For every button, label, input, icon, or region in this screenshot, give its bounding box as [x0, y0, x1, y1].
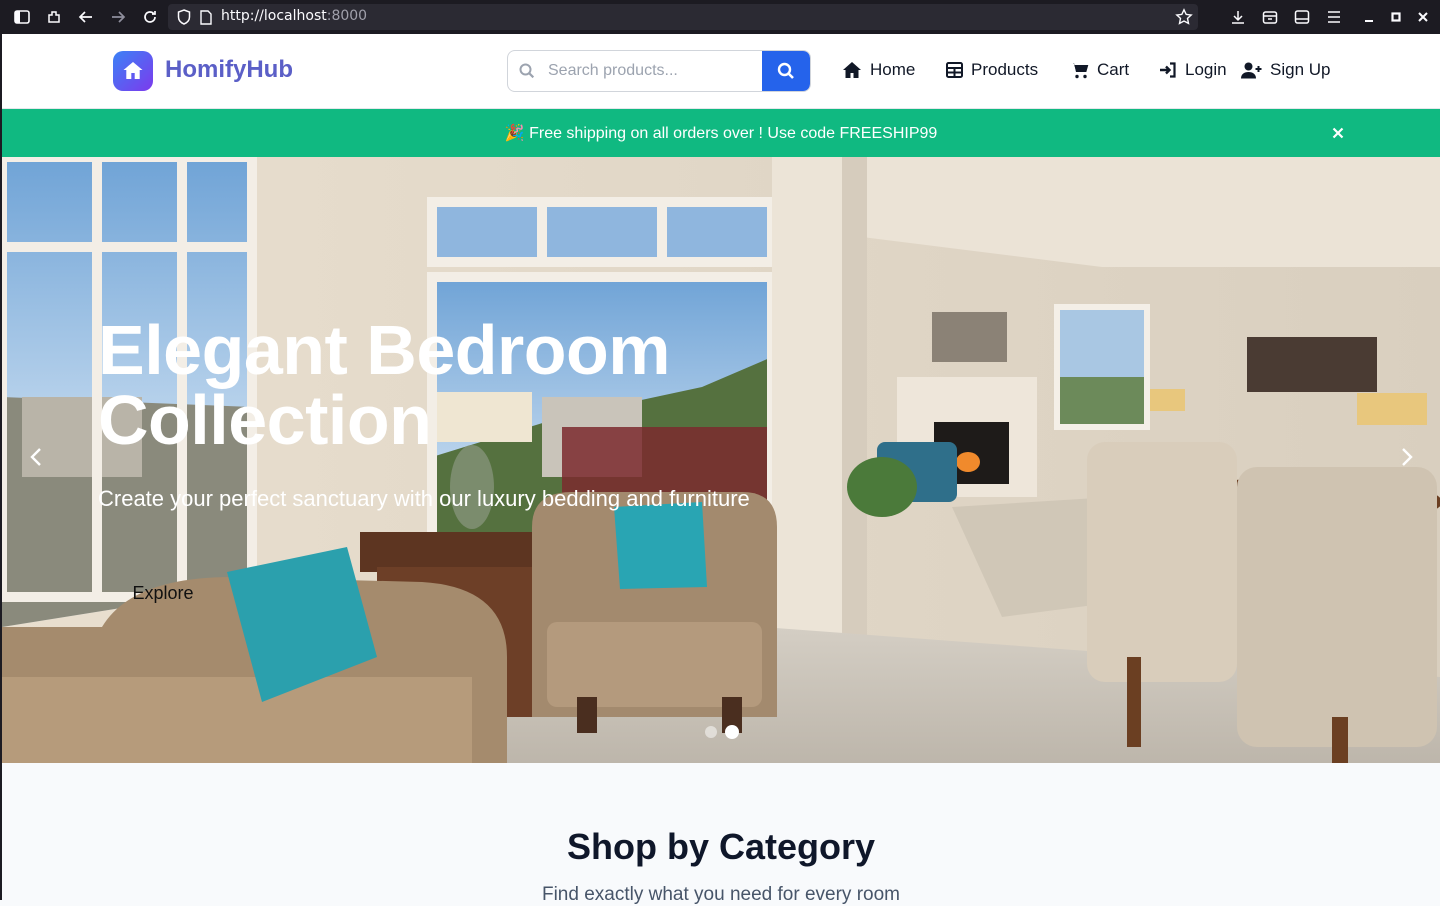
url-host: http://localhost	[221, 8, 327, 24]
forward-icon[interactable]	[108, 7, 128, 27]
site-header: HomifyHub Home Products Cart Login Sign …	[2, 34, 1440, 109]
home-logo-icon	[123, 62, 143, 79]
user-plus-icon	[1241, 62, 1262, 78]
nav-home[interactable]: Home	[842, 60, 915, 80]
page-icon	[196, 7, 216, 27]
section-subtitle: Find exactly what you need for every roo…	[541, 884, 900, 905]
carousel-next-button[interactable]	[1395, 445, 1419, 469]
nav-products-label: Products	[971, 60, 1039, 79]
carousel-dot-1[interactable]	[705, 726, 717, 738]
download-icon[interactable]	[1228, 7, 1248, 27]
carousel-indicators	[705, 725, 739, 739]
search-icon	[777, 62, 794, 79]
browser-toolbar: http://localhost:8000	[0, 0, 1440, 34]
menu-icon[interactable]	[1324, 7, 1344, 27]
section-title: Shop by Category	[566, 826, 876, 867]
nav-cart[interactable]: Cart	[1070, 60, 1129, 80]
minimize-icon[interactable]	[1359, 7, 1379, 27]
hero-image	[2, 157, 1440, 763]
hero-carousel: Elegant Bedroom Collection Create your p…	[2, 157, 1440, 763]
maximize-icon[interactable]	[1386, 7, 1406, 27]
hero-title: Elegant Bedroom Collection	[98, 311, 671, 459]
carousel-dot-2[interactable]	[725, 725, 739, 739]
logo[interactable]	[113, 51, 153, 91]
nav-home-label: Home	[870, 60, 916, 79]
url-text[interactable]: http://localhost:8000	[221, 8, 367, 24]
chevron-right-icon	[1402, 448, 1413, 466]
sidebar-icon[interactable]	[12, 7, 32, 27]
carousel-prev-button[interactable]	[24, 445, 48, 469]
search-button[interactable]	[762, 51, 810, 91]
promo-close-button[interactable]	[1328, 123, 1348, 143]
login-icon	[1160, 62, 1176, 78]
nav-products[interactable]: Products	[946, 60, 1038, 80]
shield-icon[interactable]	[174, 7, 194, 27]
grid-icon	[946, 62, 963, 78]
close-icon	[1332, 127, 1344, 139]
explore-button[interactable]: Explore	[98, 569, 228, 617]
brand-name[interactable]: HomifyHub	[165, 56, 293, 84]
back-icon[interactable]	[76, 7, 96, 27]
extensions-icon[interactable]	[44, 7, 64, 27]
close-icon[interactable]	[1413, 7, 1433, 27]
nav-signup-label: Sign Up	[1270, 60, 1331, 79]
cart-icon	[1070, 62, 1089, 78]
nav-login-label: Login	[1185, 60, 1227, 79]
search-icon	[519, 63, 535, 84]
reader-icon[interactable]	[1292, 7, 1312, 27]
url-port: :8000	[326, 8, 368, 24]
home-icon	[843, 62, 861, 78]
nav-signup[interactable]: Sign Up	[1241, 60, 1330, 80]
promo-banner: 🎉 Free shipping on all orders over ! Use…	[2, 109, 1440, 157]
chevron-left-icon	[30, 448, 41, 466]
nav-login[interactable]: Login	[1159, 60, 1227, 80]
search-input[interactable]	[540, 51, 762, 91]
nav-cart-label: Cart	[1097, 60, 1130, 79]
reload-icon[interactable]	[140, 7, 160, 27]
container-icon[interactable]	[1260, 7, 1280, 27]
promo-text: 🎉 Free shipping on all orders over ! Use…	[504, 125, 938, 142]
search-box	[507, 50, 811, 92]
star-icon[interactable]	[1174, 7, 1194, 27]
hero-subtitle: Create your perfect sanctuary with our l…	[98, 486, 750, 511]
